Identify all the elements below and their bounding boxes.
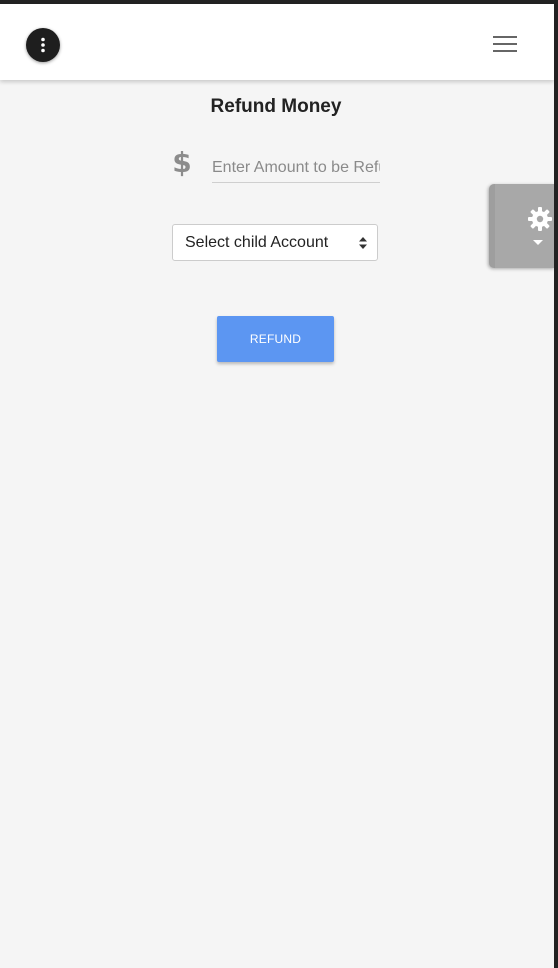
hamburger-menu-icon[interactable]	[491, 34, 519, 54]
svg-text:$: $	[172, 146, 191, 178]
more-options-button[interactable]	[26, 28, 60, 62]
child-account-select[interactable]: Select child Account	[172, 224, 378, 261]
right-border	[554, 0, 558, 968]
page-title: Refund Money	[210, 96, 342, 117]
refund-button[interactable]: REFUND	[217, 316, 334, 362]
settings-panel-toggle[interactable]	[489, 184, 555, 268]
more-vertical-icon	[41, 37, 45, 53]
caret-down-icon	[533, 240, 543, 245]
navbar	[0, 4, 554, 80]
select-sort-icon	[359, 237, 367, 249]
refund-amount-input[interactable]	[212, 154, 380, 183]
gear-icon	[528, 207, 552, 231]
child-account-select-value: Select child Account	[185, 234, 329, 251]
dollar-icon: $	[172, 146, 191, 178]
